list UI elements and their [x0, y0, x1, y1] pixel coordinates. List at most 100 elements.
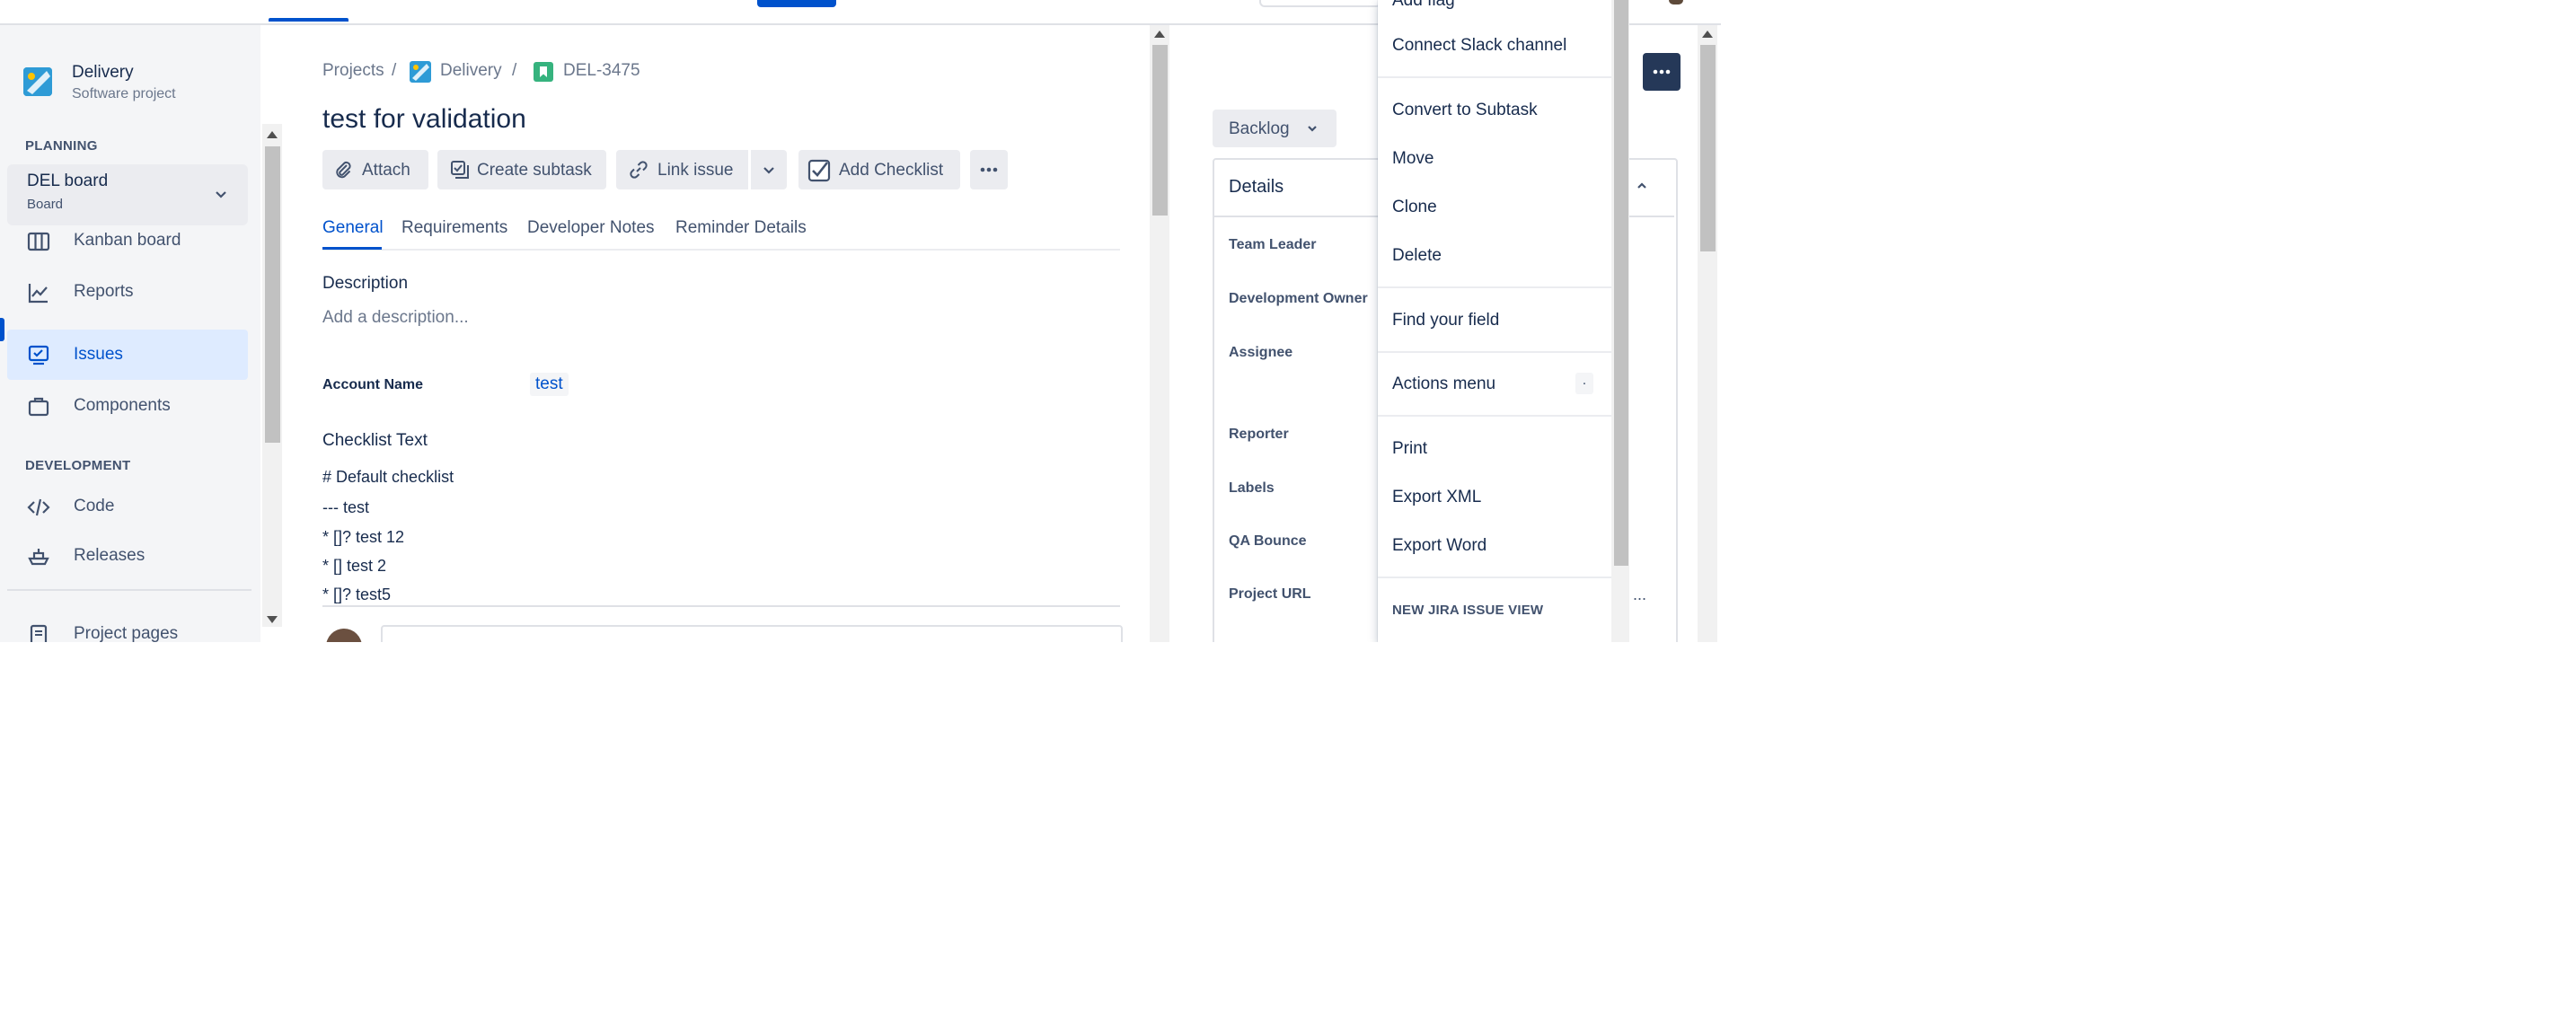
checklist-checkbox-icon — [807, 159, 831, 182]
status-dropdown[interactable]: Backlog — [1213, 110, 1337, 147]
sidebar-item-label: Releases — [74, 546, 146, 565]
link-icon — [630, 161, 648, 179]
sidebar-item-reports[interactable]: Reports — [7, 267, 248, 317]
line-chart-icon — [28, 284, 48, 304]
menu-item-connect-slack[interactable]: Connect Slack channel — [1392, 36, 1566, 56]
project-sidebar: Delivery Software project PLANNING DEL b… — [0, 25, 260, 642]
project-type: Software project — [72, 86, 176, 101]
field-qa-bounce: QA Bounce — [1229, 533, 1307, 549]
button-label: Create subtask — [477, 161, 592, 180]
create-subtask-button[interactable]: Create subtask — [437, 150, 606, 189]
breadcrumb-separator: / — [512, 61, 517, 80]
chevron-down-icon — [763, 167, 774, 174]
menu-separator — [1378, 286, 1611, 288]
checklist-text-label: Checklist Text — [322, 431, 428, 450]
sidebar-scrollbar-thumb[interactable] — [265, 146, 280, 443]
tab-requirements[interactable]: Requirements — [401, 218, 507, 238]
issue-more-button[interactable] — [1643, 53, 1681, 91]
add-checklist-button[interactable]: Add Checklist — [798, 150, 960, 189]
checklist-line: * [] test 2 — [322, 557, 387, 575]
chevron-down-icon — [1308, 126, 1317, 132]
user-avatar — [326, 629, 362, 642]
menu-item-find-your-field[interactable]: Find your field — [1392, 311, 1499, 330]
page-scrollbar-thumb[interactable] — [1700, 45, 1716, 251]
more-horizontal-icon — [1653, 69, 1671, 75]
page-icon — [30, 624, 48, 642]
paperclip-icon — [336, 161, 351, 179]
search-input[interactable] — [1259, 0, 1381, 7]
board-type: Board — [27, 197, 64, 212]
create-button[interactable] — [757, 0, 836, 7]
menu-separator — [1378, 415, 1611, 417]
menu-separator — [1378, 577, 1611, 578]
breadcrumb-project[interactable]: Delivery — [440, 61, 502, 81]
sidebar-item-code[interactable]: Code — [7, 481, 248, 532]
menu-scrollbar-thumb[interactable] — [1614, 0, 1628, 566]
menu-item-export-word[interactable]: Export Word — [1392, 536, 1486, 556]
sidebar-item-issues[interactable]: Issues — [7, 330, 248, 380]
project-avatar-icon — [410, 61, 431, 83]
attach-button[interactable]: Attach — [322, 150, 428, 189]
ship-icon — [28, 549, 49, 566]
issues-icon — [28, 345, 49, 365]
field-team-leader: Team Leader — [1229, 237, 1317, 252]
menu-item-add-flag[interactable]: Add flag — [1392, 0, 1455, 11]
profile-avatar[interactable] — [1669, 0, 1683, 4]
menu-item-export-xml[interactable]: Export XML — [1392, 488, 1481, 507]
sidebar-item-project-pages[interactable]: Project pages — [7, 609, 248, 642]
breadcrumb-projects[interactable]: Projects — [322, 61, 384, 81]
menu-item-convert-to-subtask[interactable]: Convert to Subtask — [1392, 101, 1538, 120]
planning-heading: PLANNING — [25, 138, 98, 154]
status-label: Backlog — [1229, 119, 1290, 138]
account-name-value[interactable]: test — [530, 373, 569, 396]
sidebar-item-kanban-board[interactable]: Kanban board — [7, 216, 248, 266]
description-field[interactable]: Add a description... — [322, 308, 469, 328]
menu-item-clone[interactable]: Clone — [1392, 198, 1437, 217]
sidebar-item-releases[interactable]: Releases — [7, 531, 248, 581]
details-heading[interactable]: Details — [1229, 177, 1284, 198]
link-issue-dropdown-button[interactable] — [751, 150, 787, 189]
scroll-up-arrow-icon[interactable] — [267, 131, 278, 138]
development-heading: DEVELOPMENT — [25, 458, 131, 473]
field-assignee: Assignee — [1229, 345, 1293, 360]
issue-title[interactable]: test for validation — [322, 104, 526, 135]
menu-item-move[interactable]: Move — [1392, 149, 1434, 169]
project-name[interactable]: Delivery — [72, 63, 134, 83]
menu-item-print[interactable]: Print — [1392, 439, 1427, 459]
issue-key[interactable]: DEL-3475 — [563, 61, 640, 81]
main-scrollbar-thumb[interactable] — [1152, 45, 1168, 216]
sidebar-divider — [7, 589, 251, 591]
tab-general[interactable]: General — [322, 218, 384, 238]
comment-input[interactable] — [381, 625, 1123, 642]
scroll-up-arrow-icon[interactable] — [1154, 31, 1165, 38]
active-tab-indicator — [322, 247, 382, 250]
scroll-down-arrow-icon[interactable] — [267, 616, 278, 623]
active-nav-indicator — [269, 18, 348, 22]
content-divider — [322, 605, 1120, 607]
sidebar-item-components[interactable]: Components — [7, 381, 248, 431]
sidebar-item-label: Reports — [74, 282, 134, 301]
subtask-icon — [451, 161, 469, 179]
more-actions-button[interactable] — [970, 150, 1008, 189]
tab-divider — [322, 249, 1120, 251]
menu-item-actions-menu[interactable]: Actions menu — [1392, 374, 1495, 394]
field-labels: Labels — [1229, 480, 1275, 496]
menu-item-delete[interactable]: Delete — [1392, 246, 1442, 266]
tab-reminder-details[interactable]: Reminder Details — [675, 218, 807, 238]
truncated-value: ... — [1633, 585, 1647, 603]
breadcrumb-separator: / — [392, 61, 397, 80]
active-item-indicator — [0, 318, 4, 341]
board-columns-icon — [27, 232, 50, 251]
more-actions-menu: Add flag Connect Slack channel Convert t… — [1378, 0, 1611, 642]
sidebar-item-label: Components — [74, 396, 171, 415]
checklist-line: --- test — [322, 498, 369, 516]
board-name: DEL board — [27, 172, 109, 190]
sidebar-item-label: Issues — [74, 345, 123, 364]
chevron-up-icon[interactable] — [1635, 179, 1649, 193]
scroll-up-arrow-icon[interactable] — [1702, 31, 1713, 38]
link-issue-button[interactable]: Link issue — [616, 150, 748, 189]
menu-separator — [1378, 76, 1611, 78]
description-label: Description — [322, 274, 409, 293]
tab-developer-notes[interactable]: Developer Notes — [527, 218, 655, 238]
jira-issue-screen: Delivery Software project PLANNING DEL b… — [0, 0, 1721, 642]
